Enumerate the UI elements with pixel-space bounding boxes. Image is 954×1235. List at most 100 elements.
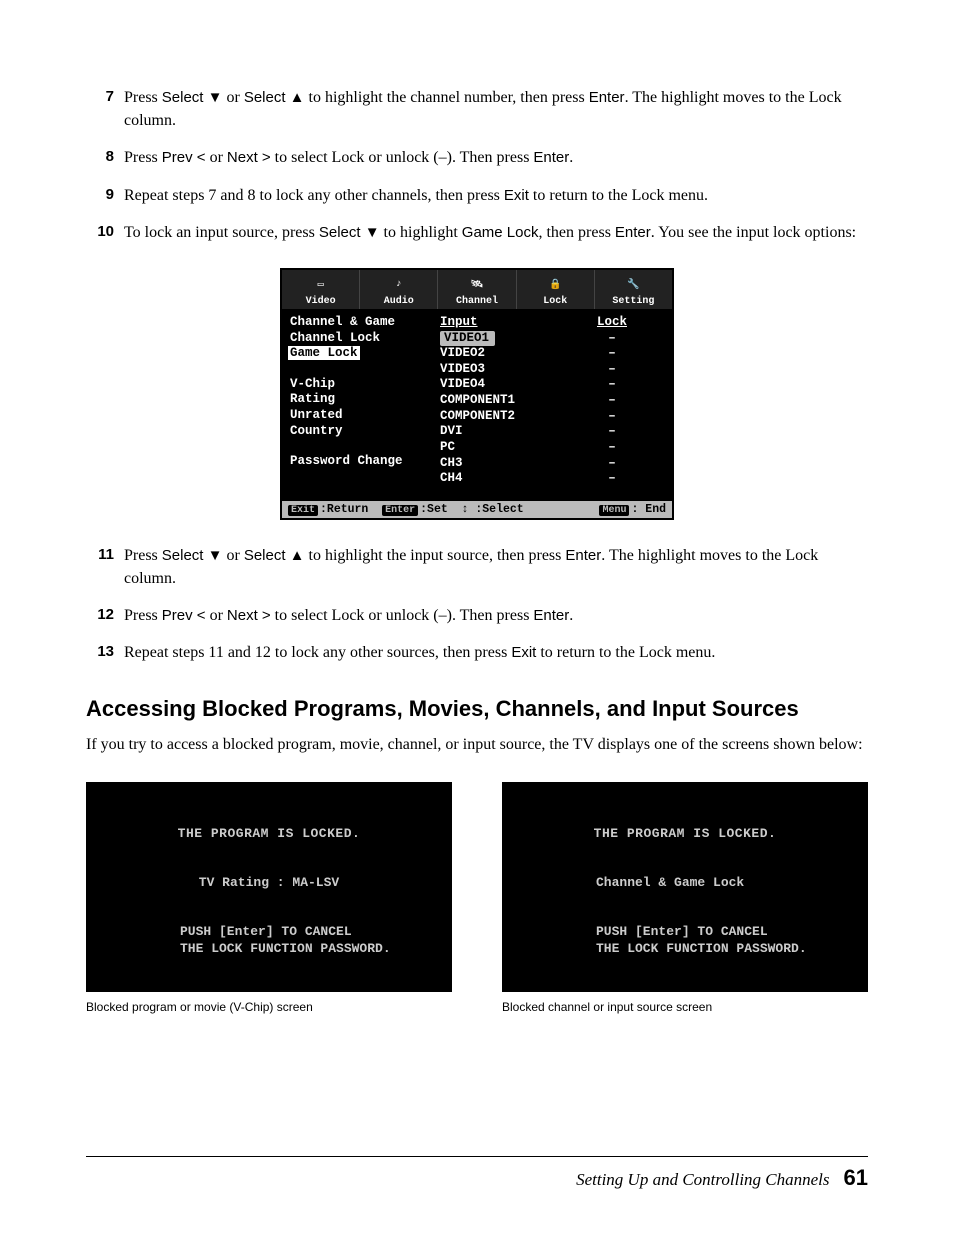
- lock-line1: THE PROGRAM IS LOCKED.: [110, 826, 428, 841]
- osd-lock-value: –: [560, 424, 664, 440]
- step-text: Press Prev < or Next > to select Lock or…: [124, 146, 868, 169]
- osd-input-item: CH4: [440, 471, 560, 487]
- step-10: 10 To lock an input source, press Select…: [86, 221, 868, 244]
- osd-tab-video: ▭Video: [282, 270, 360, 309]
- key-label: Select ▼: [162, 89, 223, 106]
- osd-menu-figure: ▭Video ♪Audio 🛰Channel 🔒Lock 🔧Setting Ch…: [280, 268, 674, 520]
- osd-lock-value: –: [560, 409, 664, 425]
- key-label: Next >: [227, 149, 271, 166]
- channel-icon: 🛰: [438, 274, 515, 296]
- osd-menu-item: Country: [290, 424, 440, 440]
- osd-menu-list: Channel & Game Channel Lock Game Lock V-…: [290, 315, 440, 487]
- osd-status-bar: Exit:Return Enter:Set ↕ :Select Menu: En…: [282, 501, 672, 518]
- step-text: Repeat steps 7 and 8 to lock any other c…: [124, 184, 868, 207]
- osd-lock-header: Lock: [560, 315, 664, 331]
- osd-status-right: Menu: End: [599, 503, 666, 516]
- lock-line3: PUSH [Enter] TO CANCEL THE LOCK FUNCTION…: [526, 924, 844, 958]
- step-number: 8: [86, 146, 124, 169]
- osd-status-left: Exit:Return Enter:Set ↕ :Select: [288, 503, 524, 516]
- osd-menu-item-selected: Game Lock: [290, 346, 440, 362]
- step-text: Repeat steps 11 and 12 to lock any other…: [124, 641, 868, 664]
- osd-input-item-selected: VIDEO1: [440, 331, 560, 347]
- audio-icon: ♪: [360, 274, 437, 296]
- lock-figure-channel: THE PROGRAM IS LOCKED. Channel & Game Lo…: [502, 782, 868, 1014]
- osd-lock-value: –: [560, 393, 664, 409]
- step-number: 11: [86, 544, 124, 590]
- osd-input-item: CH3: [440, 456, 560, 472]
- osd-lock-value: –: [560, 471, 664, 487]
- osd-lock-value: –: [560, 377, 664, 393]
- intro-paragraph: If you try to access a blocked program, …: [86, 733, 868, 756]
- osd-tab-channel: 🛰Channel: [438, 270, 516, 309]
- key-label: Select ▼: [319, 224, 380, 241]
- osd-input-item: DVI: [440, 424, 560, 440]
- osd-lock-column: Lock – – – – – – – – – –: [560, 315, 664, 487]
- key-label: Enter: [589, 89, 625, 106]
- osd-lock-value: –: [560, 456, 664, 472]
- osd-menu-item: V-Chip: [290, 377, 440, 393]
- osd-lock-value: –: [560, 440, 664, 456]
- osd-tab-lock: 🔒Lock: [517, 270, 595, 309]
- lock-line1: THE PROGRAM IS LOCKED.: [526, 826, 844, 841]
- video-icon: ▭: [282, 274, 359, 296]
- lock-screens-row: THE PROGRAM IS LOCKED. TV Rating : MA-LS…: [86, 782, 868, 1014]
- osd-input-column: Input VIDEO1 VIDEO2 VIDEO3 VIDEO4 COMPON…: [440, 315, 560, 487]
- key-label: Game Lock: [462, 224, 539, 241]
- key-label: Enter: [615, 224, 651, 241]
- step-8: 8 Press Prev < or Next > to select Lock …: [86, 146, 868, 169]
- lock-figure-vchip: THE PROGRAM IS LOCKED. TV Rating : MA-LS…: [86, 782, 452, 1014]
- step-text: Press Select ▼ or Select ▲ to highlight …: [124, 86, 868, 132]
- step-9: 9 Repeat steps 7 and 8 to lock any other…: [86, 184, 868, 207]
- section-heading: Accessing Blocked Programs, Movies, Chan…: [86, 695, 868, 724]
- osd-input-header: Input: [440, 315, 560, 331]
- osd-input-item: PC: [440, 440, 560, 456]
- step-7: 7 Press Select ▼ or Select ▲ to highligh…: [86, 86, 868, 132]
- step-list-bottom: 11 Press Select ▼ or Select ▲ to highlig…: [86, 544, 868, 665]
- step-number: 12: [86, 604, 124, 627]
- step-text: Press Select ▼ or Select ▲ to highlight …: [124, 544, 868, 590]
- lock-line2: TV Rating : MA-LSV: [110, 875, 428, 890]
- step-text: To lock an input source, press Select ▼ …: [124, 221, 868, 244]
- figure-caption: Blocked program or movie (V-Chip) screen: [86, 1000, 452, 1014]
- step-number: 7: [86, 86, 124, 132]
- key-label: Exit: [504, 187, 529, 204]
- lock-line3: PUSH [Enter] TO CANCEL THE LOCK FUNCTION…: [110, 924, 428, 958]
- step-number: 10: [86, 221, 124, 244]
- key-label: Prev <: [162, 607, 206, 624]
- lock-screen-vchip: THE PROGRAM IS LOCKED. TV Rating : MA-LS…: [86, 782, 452, 992]
- footer-section: Setting Up and Controlling Channels: [576, 1170, 829, 1189]
- footer-page-number: 61: [844, 1165, 868, 1190]
- osd-input-item: VIDEO3: [440, 362, 560, 378]
- osd-lock-value: –: [560, 346, 664, 362]
- step-number: 9: [86, 184, 124, 207]
- osd-lock-value: –: [560, 331, 664, 347]
- setting-icon: 🔧: [595, 274, 672, 296]
- key-label: Next >: [227, 607, 271, 624]
- page-footer: Setting Up and Controlling Channels 61: [86, 1156, 868, 1191]
- osd-input-item: COMPONENT2: [440, 409, 560, 425]
- step-list-top: 7 Press Select ▼ or Select ▲ to highligh…: [86, 86, 868, 244]
- step-12: 12 Press Prev < or Next > to select Lock…: [86, 604, 868, 627]
- osd-menu-item: Rating: [290, 392, 440, 408]
- step-number: 13: [86, 641, 124, 664]
- osd-menu-item: Unrated: [290, 408, 440, 424]
- osd-input-item: VIDEO2: [440, 346, 560, 362]
- step-text: Press Prev < or Next > to select Lock or…: [124, 604, 868, 627]
- key-label: Select ▼: [162, 547, 223, 564]
- figure-caption: Blocked channel or input source screen: [502, 1000, 868, 1014]
- key-label: Select ▲: [244, 89, 305, 106]
- osd-menu-item: Password Change: [290, 454, 440, 470]
- osd-menu-item: Channel Lock: [290, 331, 440, 347]
- osd-tab-bar: ▭Video ♪Audio 🛰Channel 🔒Lock 🔧Setting: [282, 270, 672, 309]
- step-13: 13 Repeat steps 11 and 12 to lock any ot…: [86, 641, 868, 664]
- lock-icon: 🔒: [517, 274, 594, 296]
- lock-screen-channel: THE PROGRAM IS LOCKED. Channel & Game Lo…: [502, 782, 868, 992]
- osd-body: Channel & Game Channel Lock Game Lock V-…: [282, 309, 672, 501]
- osd-input-item: COMPONENT1: [440, 393, 560, 409]
- osd-lock-value: –: [560, 362, 664, 378]
- osd-tab-setting: 🔧Setting: [595, 270, 672, 309]
- key-label: Prev <: [162, 149, 206, 166]
- osd-tab-audio: ♪Audio: [360, 270, 438, 309]
- step-11: 11 Press Select ▼ or Select ▲ to highlig…: [86, 544, 868, 590]
- key-label: Exit: [511, 644, 536, 661]
